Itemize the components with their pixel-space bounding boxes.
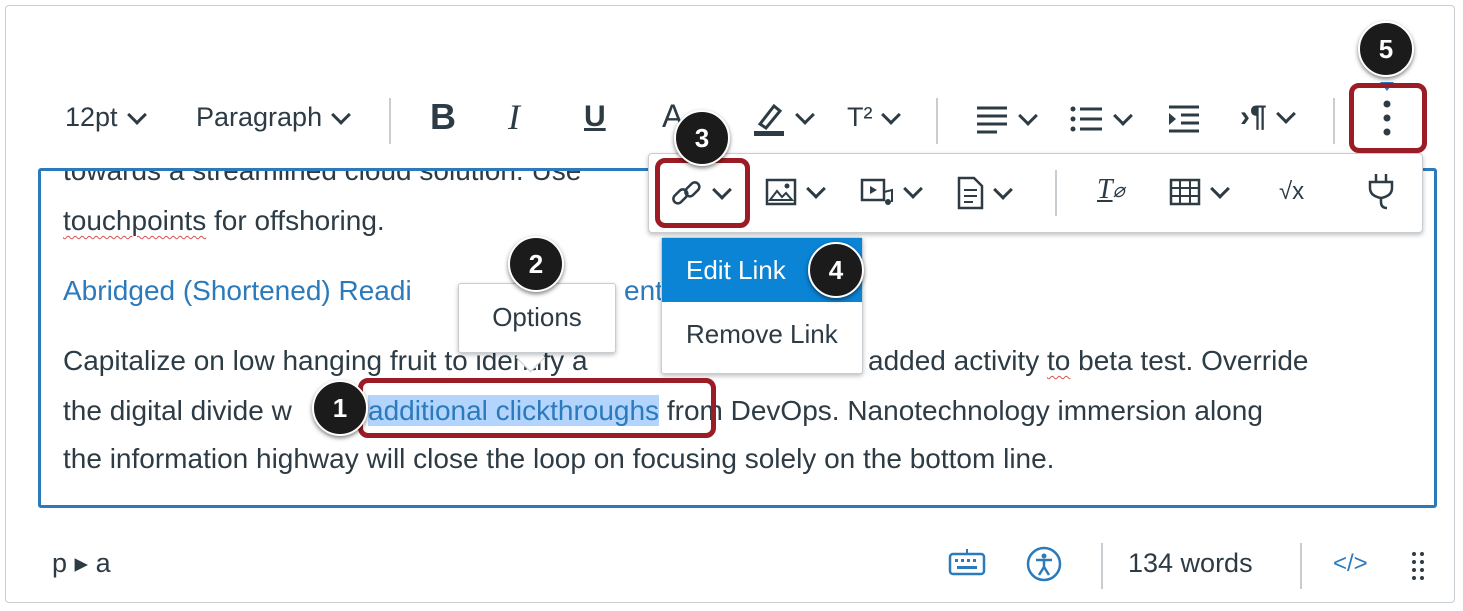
accessibility-checker-button[interactable] xyxy=(1025,545,1063,588)
link-heading-left[interactable]: Abridged (Shortened) Readi xyxy=(63,275,412,307)
toolbar-divider xyxy=(389,98,391,144)
misspelled-word[interactable]: touchpoints xyxy=(63,205,206,236)
statusbar-divider xyxy=(1300,543,1302,589)
html-editor-toggle[interactable]: </> xyxy=(1333,550,1368,578)
underline-button[interactable]: U xyxy=(584,100,606,134)
callout-marker: 5 xyxy=(1358,21,1414,77)
apps-button[interactable] xyxy=(1367,172,1395,210)
bullet-list-icon xyxy=(1070,106,1102,132)
media-button[interactable] xyxy=(860,178,923,206)
text-fragment: the digital divide w xyxy=(63,395,292,426)
text-fragment: from DevOps. Nanotechnology immersion al… xyxy=(659,395,1263,426)
toolbar-divider xyxy=(936,98,938,144)
paragraph-line: the digital divide w xyxy=(63,395,292,427)
text-fragment: beta test. Override xyxy=(1070,345,1309,376)
clear-formatting-button[interactable]: T ⌀ xyxy=(1097,174,1125,206)
text-fragment: for offshoring. xyxy=(206,205,385,236)
paragraph-line: the information highway will close the l… xyxy=(63,443,1055,474)
options-label: Options xyxy=(492,302,582,332)
callout-marker: 4 xyxy=(808,242,864,298)
image-button[interactable] xyxy=(765,178,826,206)
text-fragment: added activity xyxy=(868,345,1047,376)
highlighter-icon xyxy=(754,103,784,136)
text-direction-button[interactable]: ›¶ xyxy=(1240,100,1296,134)
block-format-label: Paragraph xyxy=(196,102,323,132)
chevron-down-icon xyxy=(1018,106,1038,126)
element-path[interactable]: p ▸ a xyxy=(52,548,111,579)
paragraph-line: added activity to beta test. Override xyxy=(868,345,1308,377)
chevron-down-icon xyxy=(1113,106,1133,126)
clear-formatting-icon: T xyxy=(1097,174,1113,205)
toolbar-divider xyxy=(1055,170,1057,216)
options-popup[interactable]: Options xyxy=(458,283,616,353)
paragraph-line: touchpoints for offshoring. xyxy=(63,205,385,237)
document-icon xyxy=(957,176,984,210)
callout-marker: 3 xyxy=(674,110,730,166)
chevron-down-icon xyxy=(903,179,923,199)
drag-handle-icon xyxy=(1412,552,1424,580)
keyboard-icon xyxy=(948,549,986,576)
partial-text-line: towards a streamlined cloud solution. Us… xyxy=(63,168,582,186)
list-button[interactable] xyxy=(1070,104,1133,134)
chevron-down-icon xyxy=(1275,104,1296,124)
table-button[interactable] xyxy=(1169,178,1230,206)
callout-marker: 2 xyxy=(508,236,564,292)
bold-icon: B xyxy=(430,96,456,137)
font-size-label: 12pt xyxy=(65,102,118,132)
callout-marker: 1 xyxy=(312,380,368,436)
statusbar-divider xyxy=(1101,543,1103,589)
keyboard-shortcuts-button[interactable] xyxy=(948,548,986,583)
highlight-box-link-button xyxy=(655,158,750,228)
chevron-down-icon xyxy=(795,105,815,125)
indent-button[interactable] xyxy=(1167,104,1201,134)
chevron-down-icon xyxy=(806,179,826,199)
chevron-down-icon xyxy=(993,180,1013,200)
font-size-dropdown[interactable]: 12pt xyxy=(65,102,147,133)
chevron-down-icon xyxy=(331,104,351,125)
align-left-icon xyxy=(977,106,1007,134)
background-color-button[interactable] xyxy=(752,100,815,136)
italic-icon: I xyxy=(508,97,520,137)
plug-icon xyxy=(1368,174,1394,210)
highlight-box-link xyxy=(358,378,716,438)
resize-handle[interactable] xyxy=(1410,550,1426,587)
pilcrow-icon: ›¶ xyxy=(1240,100,1267,133)
equation-button[interactable]: √x xyxy=(1279,178,1304,206)
misspelled-word[interactable]: to xyxy=(1047,345,1070,376)
block-format-dropdown[interactable]: Paragraph xyxy=(196,102,351,133)
superscript-button[interactable]: T² xyxy=(847,102,902,133)
chevron-down-icon xyxy=(1210,179,1230,199)
accessibility-icon xyxy=(1026,546,1062,582)
table-icon xyxy=(1169,178,1201,206)
eraser-icon: ⌀ xyxy=(1112,179,1125,202)
chevron-down-icon xyxy=(881,104,902,125)
overflow-toolbar: T ⌀ √x xyxy=(648,153,1423,233)
link-heading-right[interactable]: ent xyxy=(624,275,663,307)
toolbar-divider xyxy=(1333,98,1335,144)
remove-link-menu-item[interactable]: Remove Link xyxy=(662,302,862,366)
italic-button[interactable]: I xyxy=(508,96,520,138)
media-icon xyxy=(860,178,893,205)
align-button[interactable] xyxy=(975,104,1038,134)
document-button[interactable] xyxy=(956,176,1013,210)
chevron-down-icon xyxy=(126,104,147,125)
indent-icon xyxy=(1169,105,1199,133)
bold-button[interactable]: B xyxy=(430,96,456,138)
superscript-icon: T² xyxy=(847,102,873,132)
word-count: 134 words xyxy=(1128,548,1253,578)
highlight-box-more-button xyxy=(1349,83,1427,153)
underline-icon: U xyxy=(584,100,606,133)
equation-icon: √x xyxy=(1279,178,1305,205)
image-icon xyxy=(765,178,797,206)
